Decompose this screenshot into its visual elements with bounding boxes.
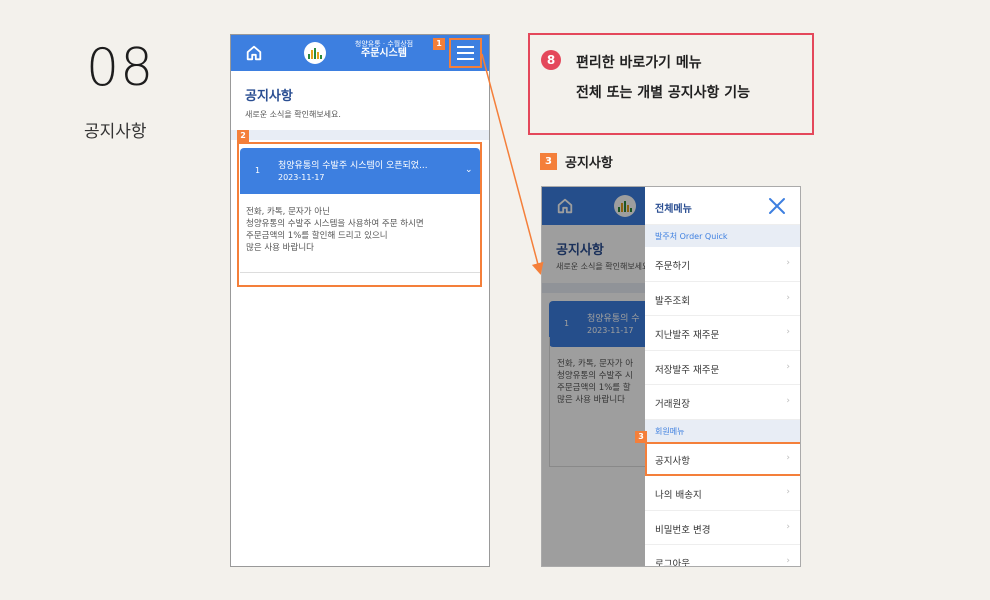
chevron-right-icon: ›: [786, 556, 790, 566]
section-header-order: 발주처 Order Quick: [645, 225, 800, 247]
step-title: 공지사항: [84, 122, 147, 142]
callout-number: 8: [541, 50, 561, 70]
page-title: 공지사항: [245, 89, 293, 104]
notice-header: 공지사항 새로운 소식을 확인해보세요.: [231, 71, 489, 130]
notice-number: 1: [255, 166, 261, 175]
phone-menu-screen: 공지사항 새로운 소식을 확인해보세요. 1 청양유통의 수 2023-11-1…: [541, 186, 801, 567]
chevron-right-icon: ›: [786, 327, 790, 337]
step-number: 08: [86, 38, 155, 98]
notice-item-header[interactable]: 1 청양유통의 수발주 시스템이 오픈되었... 2023-11-17 ⌄: [240, 148, 480, 194]
menu-item-password[interactable]: 비밀번호 변경 ›: [645, 511, 800, 545]
marker-badge-3: 3: [635, 431, 647, 443]
drawer-header: 전체메뉴: [645, 187, 800, 225]
menu-icon[interactable]: [449, 38, 482, 68]
divider-band: [231, 130, 489, 140]
phone-notice-screen: 청양유통 · 수월상점 주문시스템 1 공지사항 새로운 소식을 확인해보세요.…: [230, 34, 490, 567]
divider: [240, 272, 480, 273]
section-header-member: 회원메뉴: [645, 419, 800, 442]
chevron-right-icon: ›: [786, 487, 790, 497]
side-menu-drawer: 전체메뉴 발주처 Order Quick 주문하기 › 발주조회 › 지난발주 재주…: [645, 187, 800, 566]
chevron-down-icon[interactable]: ⌄: [465, 165, 473, 175]
menu-item-reorder-past[interactable]: 지난발주 재주문 ›: [645, 316, 800, 351]
marker-badge-2: 2: [237, 130, 249, 142]
menu-item-notice[interactable]: 공지사항 ›: [645, 441, 800, 476]
sub-label-badge: 3: [540, 153, 557, 170]
notice-body: 전화, 카톡, 문자가 아닌 청양유통의 수발주 시스템을 사용하여 주문 하시…: [246, 207, 424, 253]
menu-item-address[interactable]: 나의 배송지 ›: [645, 476, 800, 511]
brand-name: 청양유통 · 수월상점 주문시스템: [354, 40, 414, 60]
menu-item-ledger[interactable]: 거래원장 ›: [645, 385, 800, 420]
page-subtitle: 새로운 소식을 확인해보세요.: [245, 110, 341, 119]
menu-item-order[interactable]: 주문하기 ›: [645, 247, 800, 282]
brand-logo: [304, 42, 326, 64]
sub-label: 3 공지사항: [540, 152, 613, 171]
home-icon[interactable]: [245, 44, 263, 62]
notice-date: 2023-11-17: [278, 173, 325, 182]
marker-badge-1: 1: [433, 38, 445, 50]
chevron-right-icon: ›: [786, 258, 790, 268]
callout-line-1: 편리한 바로가기 메뉴: [576, 55, 702, 71]
sub-label-text: 공지사항: [565, 156, 613, 171]
drawer-title: 전체메뉴: [655, 204, 692, 215]
chevron-right-icon: ›: [786, 521, 790, 532]
menu-item-order-history[interactable]: 발주조회 ›: [645, 282, 800, 316]
notice-title: 청양유통의 수발주 시스템이 오픈되었...: [278, 161, 428, 171]
callout-line-2: 전체 또는 개별 공지사항 기능: [576, 85, 751, 101]
app-bar: 청양유통 · 수월상점 주문시스템 1: [231, 35, 489, 71]
menu-item-reorder-saved[interactable]: 저장발주 재주문 ›: [645, 351, 800, 385]
chevron-right-icon: ›: [786, 361, 790, 372]
menu-item-logout[interactable]: 로그아웃 ›: [645, 545, 800, 566]
feature-callout: 8 편리한 바로가기 메뉴 전체 또는 개별 공지사항 기능: [528, 33, 814, 135]
chevron-right-icon: ›: [786, 452, 790, 463]
chevron-right-icon: ›: [786, 292, 790, 303]
close-icon[interactable]: [767, 196, 787, 216]
chevron-right-icon: ›: [786, 396, 790, 406]
